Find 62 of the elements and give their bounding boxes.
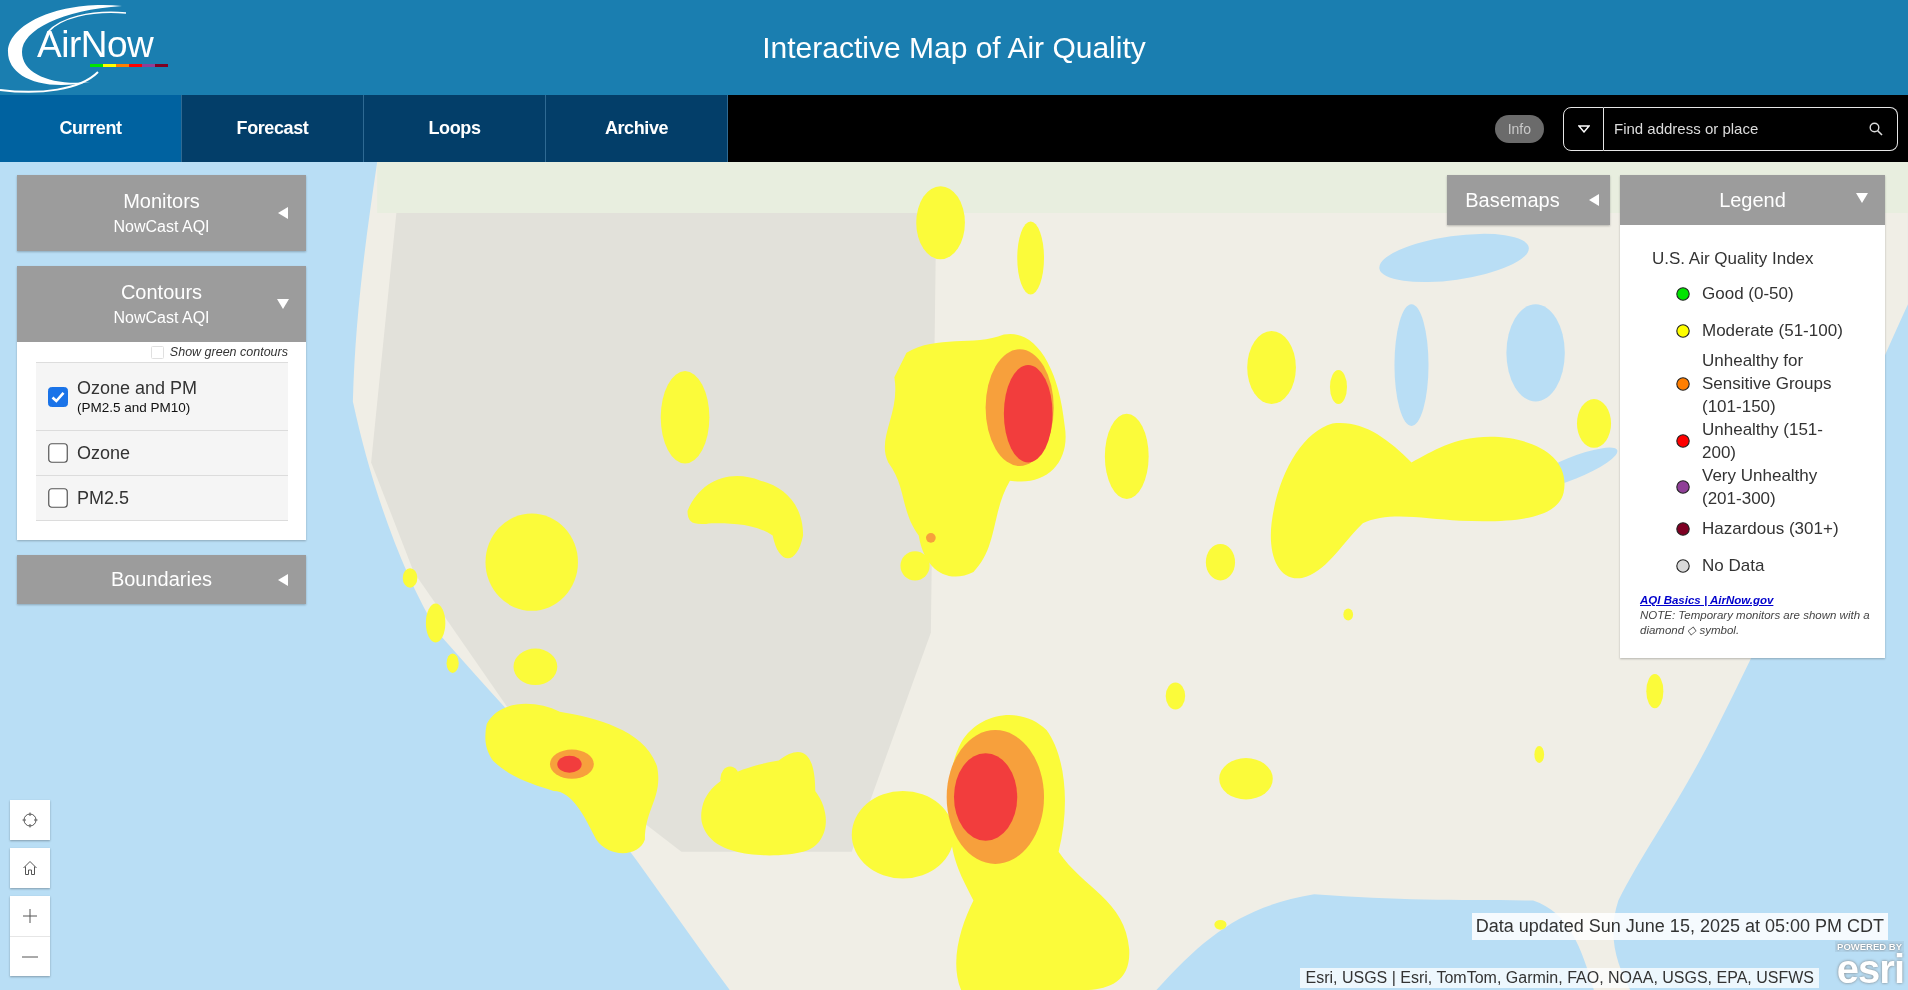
legend-heading: U.S. Air Quality Index (1652, 249, 1815, 269)
contours-toggle[interactable]: Show green contours (36, 344, 288, 360)
locate-icon (22, 812, 38, 828)
nav-tab[interactable]: Current (0, 95, 182, 162)
legend-label: Very Unhealthy (201-300) (1702, 465, 1819, 510)
powered-by-text: POWERED BY (1835, 941, 1904, 952)
moderate-aqi-area (1205, 543, 1236, 581)
unhealthy-aqi-area (557, 755, 582, 773)
legend-label: No Data (1702, 555, 1765, 577)
esri-logo: esri (1836, 952, 1904, 986)
aqi-dot-icon (1676, 376, 1690, 391)
search-scope-button[interactable] (1563, 106, 1604, 151)
moderate-aqi-area (1534, 745, 1545, 763)
aqi-stripe-icon (90, 64, 168, 67)
aqi-dot-icon (1676, 286, 1690, 301)
moderate-aqi-area (1646, 674, 1664, 709)
legend-label: Unhealthy for Sensitive Groups (101-150) (1702, 350, 1833, 418)
moderate-aqi-area (446, 653, 459, 673)
plus-icon (22, 908, 38, 924)
aqi-dot-icon (1676, 434, 1690, 448)
legend-label: Good (0-50) (1702, 283, 1794, 305)
moderate-aqi-area (402, 568, 418, 588)
moderate-aqi-area (425, 603, 446, 643)
checkbox[interactable] (48, 488, 68, 508)
aqi-dot-icon (1676, 558, 1690, 573)
data-updated-text: Data updated Sun June 15, 2025 at 05:00 PM CDT (1471, 913, 1888, 940)
legend-note: NOTE: Temporary monitors are shown with a diamond ◇ symbol. (1640, 608, 1871, 638)
aqi-dot-icon (1676, 480, 1690, 494)
moderate-aqi-area (1576, 399, 1612, 448)
home-button[interactable] (10, 848, 50, 888)
sensitive-groups-aqi-area (926, 532, 936, 543)
locate-button[interactable] (10, 800, 50, 840)
moderate-aqi-area (1219, 758, 1273, 800)
map-attribution: Esri, USGS | Esri, TomTom, Garmin, FAO, NOAA, USGS, EPA, USFWS (1300, 968, 1819, 988)
moderate-aqi-area (1329, 369, 1347, 404)
logo-text: AirNow (37, 25, 154, 65)
legend-label: Hazardous (301+) (1702, 518, 1839, 540)
moderate-aqi-area (1165, 682, 1186, 710)
caret-icon (1577, 124, 1590, 133)
checkbox[interactable] (48, 443, 68, 463)
aqi-dot-icon (1676, 521, 1690, 536)
zoom-in-button[interactable] (10, 896, 50, 936)
search-field[interactable]: Find address or place (1604, 113, 1869, 144)
nav-tab[interactable]: Loops (364, 95, 546, 162)
nav-tab[interactable]: Forecast (182, 95, 364, 162)
home-icon (22, 860, 38, 876)
contour-option[interactable]: Ozone (36, 431, 288, 476)
moderate-aqi-area (513, 648, 558, 686)
minus-icon (22, 955, 38, 958)
contour-option[interactable]: PM2.5 (36, 476, 288, 521)
aqi-basics-link[interactable]: AQI Basics | AirNow.gov (1640, 594, 1774, 606)
legend-label: Moderate (51-100) (1702, 320, 1843, 342)
search-box[interactable]: Find address or place (1604, 106, 1898, 151)
search-icon (1869, 121, 1883, 136)
aqi-dot-icon (1676, 323, 1690, 338)
moderate-aqi-area (1343, 608, 1354, 621)
page-title: Interactive Map of Air Quality (762, 30, 1146, 65)
legend-label: Unhealthy (151-200) (1702, 419, 1824, 464)
nav-tab[interactable]: Archive (546, 95, 728, 162)
checkbox[interactable] (48, 386, 68, 407)
moderate-aqi-area (1214, 919, 1227, 930)
contour-option[interactable]: Ozone and PM (PM2.5 and PM10) (36, 363, 288, 431)
